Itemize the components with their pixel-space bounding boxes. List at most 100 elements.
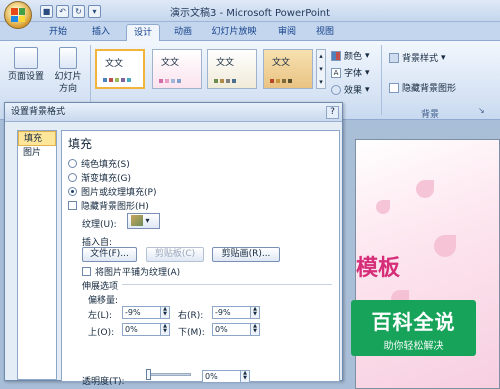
- office-button[interactable]: [4, 1, 32, 29]
- fonts-label: 字体: [344, 69, 363, 79]
- background-styles-dropdown-icon: ▾: [441, 52, 446, 63]
- right-offset-value: -9%: [215, 308, 231, 317]
- background-styles-icon: [389, 52, 399, 63]
- fonts-dropdown-icon: ▾: [365, 67, 370, 78]
- theme-label-4: 文文: [272, 58, 291, 68]
- help-icon[interactable]: ?: [326, 106, 339, 119]
- left-offset-value: -9%: [125, 308, 141, 317]
- dialog-launcher-icon[interactable]: ↘: [478, 106, 485, 115]
- offset-label: 偏移量:: [88, 296, 119, 306]
- theme-gallery-scroll[interactable]: ▴ ▾ ▾: [316, 49, 326, 89]
- page-setup-icon: [14, 47, 38, 69]
- background-styles-label: 背景样式: [402, 54, 439, 64]
- radio-picture-fill[interactable]: 图片或纹理填充(P): [68, 185, 156, 198]
- colors-dropdown-icon: ▾: [365, 50, 370, 61]
- orientation-label-1: 幻灯片: [54, 72, 82, 82]
- bottom-offset-label: 下(M):: [178, 328, 205, 338]
- slider-thumb[interactable]: [146, 369, 151, 380]
- right-offset-label: 右(R):: [178, 311, 204, 321]
- radio-picture-fill-label: 图片或纹理填充(P): [81, 188, 157, 198]
- left-offset-label: 左(L):: [88, 311, 113, 321]
- nav-item-fill[interactable]: 填充: [18, 131, 56, 146]
- orientation-icon: [59, 47, 77, 69]
- effects-label: 效果: [344, 86, 363, 96]
- checkbox-box: [68, 201, 77, 210]
- transparency-slider[interactable]: [146, 369, 191, 380]
- tab-design[interactable]: 设计: [126, 24, 160, 41]
- fonts-button[interactable]: A 字体 ▾: [331, 66, 370, 79]
- radio-gradient-fill[interactable]: 渐变填充(G): [68, 171, 131, 184]
- radio-solid-fill[interactable]: 纯色填充(S): [68, 157, 130, 170]
- petal-decoration: [434, 235, 456, 257]
- effects-button[interactable]: 效果 ▾: [331, 83, 370, 96]
- page-setup-button[interactable]: 页面设置: [5, 47, 47, 83]
- top-offset-input[interactable]: 0% ▲ ▼: [122, 323, 170, 336]
- effects-dropdown-icon: ▾: [365, 84, 370, 95]
- hide-bg-checkbox[interactable]: 隐藏背景图形(H): [68, 199, 149, 212]
- ribbon-separator-2: [381, 45, 382, 115]
- spin-arrows-icon[interactable]: ▲ ▼: [250, 324, 259, 335]
- page-setup-label: 页面设置: [7, 72, 44, 82]
- hide-background-label: 隐藏背景图形: [402, 84, 457, 94]
- texture-swatch-icon: [131, 215, 143, 226]
- bottom-offset-value: 0%: [215, 325, 228, 334]
- section-divider: [122, 284, 332, 285]
- clipart-button[interactable]: 剪贴画(R)...: [212, 247, 280, 262]
- fonts-icon: A: [331, 67, 341, 78]
- radio-circle: [68, 159, 77, 168]
- checkbox-box: [82, 267, 91, 276]
- texture-label: 纹理(U):: [82, 220, 117, 230]
- left-offset-input[interactable]: -9% ▲ ▼: [122, 306, 170, 319]
- nav-item-picture[interactable]: 图片: [18, 146, 56, 161]
- spin-arrows-icon[interactable]: ▲ ▼: [240, 371, 249, 382]
- spin-arrows-icon[interactable]: ▲ ▼: [160, 307, 169, 318]
- ribbon-tabs: 开始 插入 设计 动画 幻灯片放映 审阅 视图: [0, 22, 500, 41]
- tab-animation[interactable]: 动画: [168, 24, 198, 41]
- file-button[interactable]: 文件(F)...: [82, 247, 137, 262]
- bottom-offset-input[interactable]: 0% ▲ ▼: [212, 323, 260, 336]
- fill-panel: 填充 纯色填充(S) 渐变填充(G) 图片或纹理填充(P) 隐藏背景图形(H) …: [61, 130, 340, 387]
- theme-label-3: 文文: [216, 58, 235, 68]
- top-offset-value: 0%: [125, 325, 138, 334]
- watermark-main: 百科全说: [371, 310, 456, 334]
- theme-label-2: 文文: [161, 58, 180, 68]
- slide-title[interactable]: 模板: [356, 250, 400, 282]
- dropdown-arrow-icon: ▾: [145, 216, 150, 225]
- theme-thumb-1[interactable]: 文文: [95, 49, 145, 89]
- tab-review[interactable]: 审阅: [272, 24, 302, 41]
- group-background-label: 背景: [420, 110, 439, 120]
- dialog-title: 设置背景格式: [5, 103, 342, 122]
- theme-thumb-2[interactable]: 文文: [152, 49, 202, 89]
- clipboard-button[interactable]: 剪贴板(C): [146, 247, 204, 262]
- petal-decoration: [376, 200, 390, 214]
- colors-icon: [331, 50, 341, 61]
- dialog-nav: 填充 图片: [17, 130, 57, 380]
- radio-solid-fill-label: 纯色填充(S): [81, 160, 130, 170]
- spin-arrows-icon[interactable]: ▲ ▼: [250, 307, 259, 318]
- tab-slideshow[interactable]: 幻灯片放映: [205, 24, 263, 41]
- hide-background-checkbox[interactable]: 隐藏背景图形: [389, 81, 456, 94]
- petal-decoration: [416, 180, 434, 198]
- background-styles-button[interactable]: 背景样式 ▾: [389, 51, 446, 64]
- tile-checkbox[interactable]: 将图片平铺为纹理(A): [82, 265, 180, 278]
- tab-home[interactable]: 开始: [40, 24, 76, 41]
- hide-background-box: [389, 82, 399, 93]
- orientation-label-2: 方向: [58, 84, 77, 94]
- tab-view[interactable]: 视图: [310, 24, 340, 41]
- tab-insert[interactable]: 插入: [85, 24, 117, 41]
- slide-orientation-button[interactable]: 幻灯片 方向: [50, 47, 86, 95]
- hide-bg-label: 隐藏背景图形(H): [81, 202, 149, 212]
- effects-icon: [331, 84, 341, 95]
- top-offset-label: 上(O):: [88, 328, 115, 338]
- spin-arrows-icon[interactable]: ▲ ▼: [160, 324, 169, 335]
- title-bar: ■ ↶ ↻ ▾ 演示文稿3 - Microsoft PowerPoint: [0, 0, 500, 29]
- transparency-value: 0%: [205, 372, 218, 381]
- theme-thumb-4[interactable]: 文文: [263, 49, 313, 89]
- colors-label: 颜色: [344, 52, 363, 62]
- transparency-input[interactable]: 0% ▲ ▼: [202, 370, 250, 383]
- texture-dropdown[interactable]: ▾: [127, 213, 160, 229]
- right-offset-input[interactable]: -9% ▲ ▼: [212, 306, 260, 319]
- colors-button[interactable]: 颜色 ▾: [331, 49, 370, 62]
- theme-thumb-3[interactable]: 文文: [207, 49, 257, 89]
- stretch-options-label: 伸展选项: [82, 282, 119, 292]
